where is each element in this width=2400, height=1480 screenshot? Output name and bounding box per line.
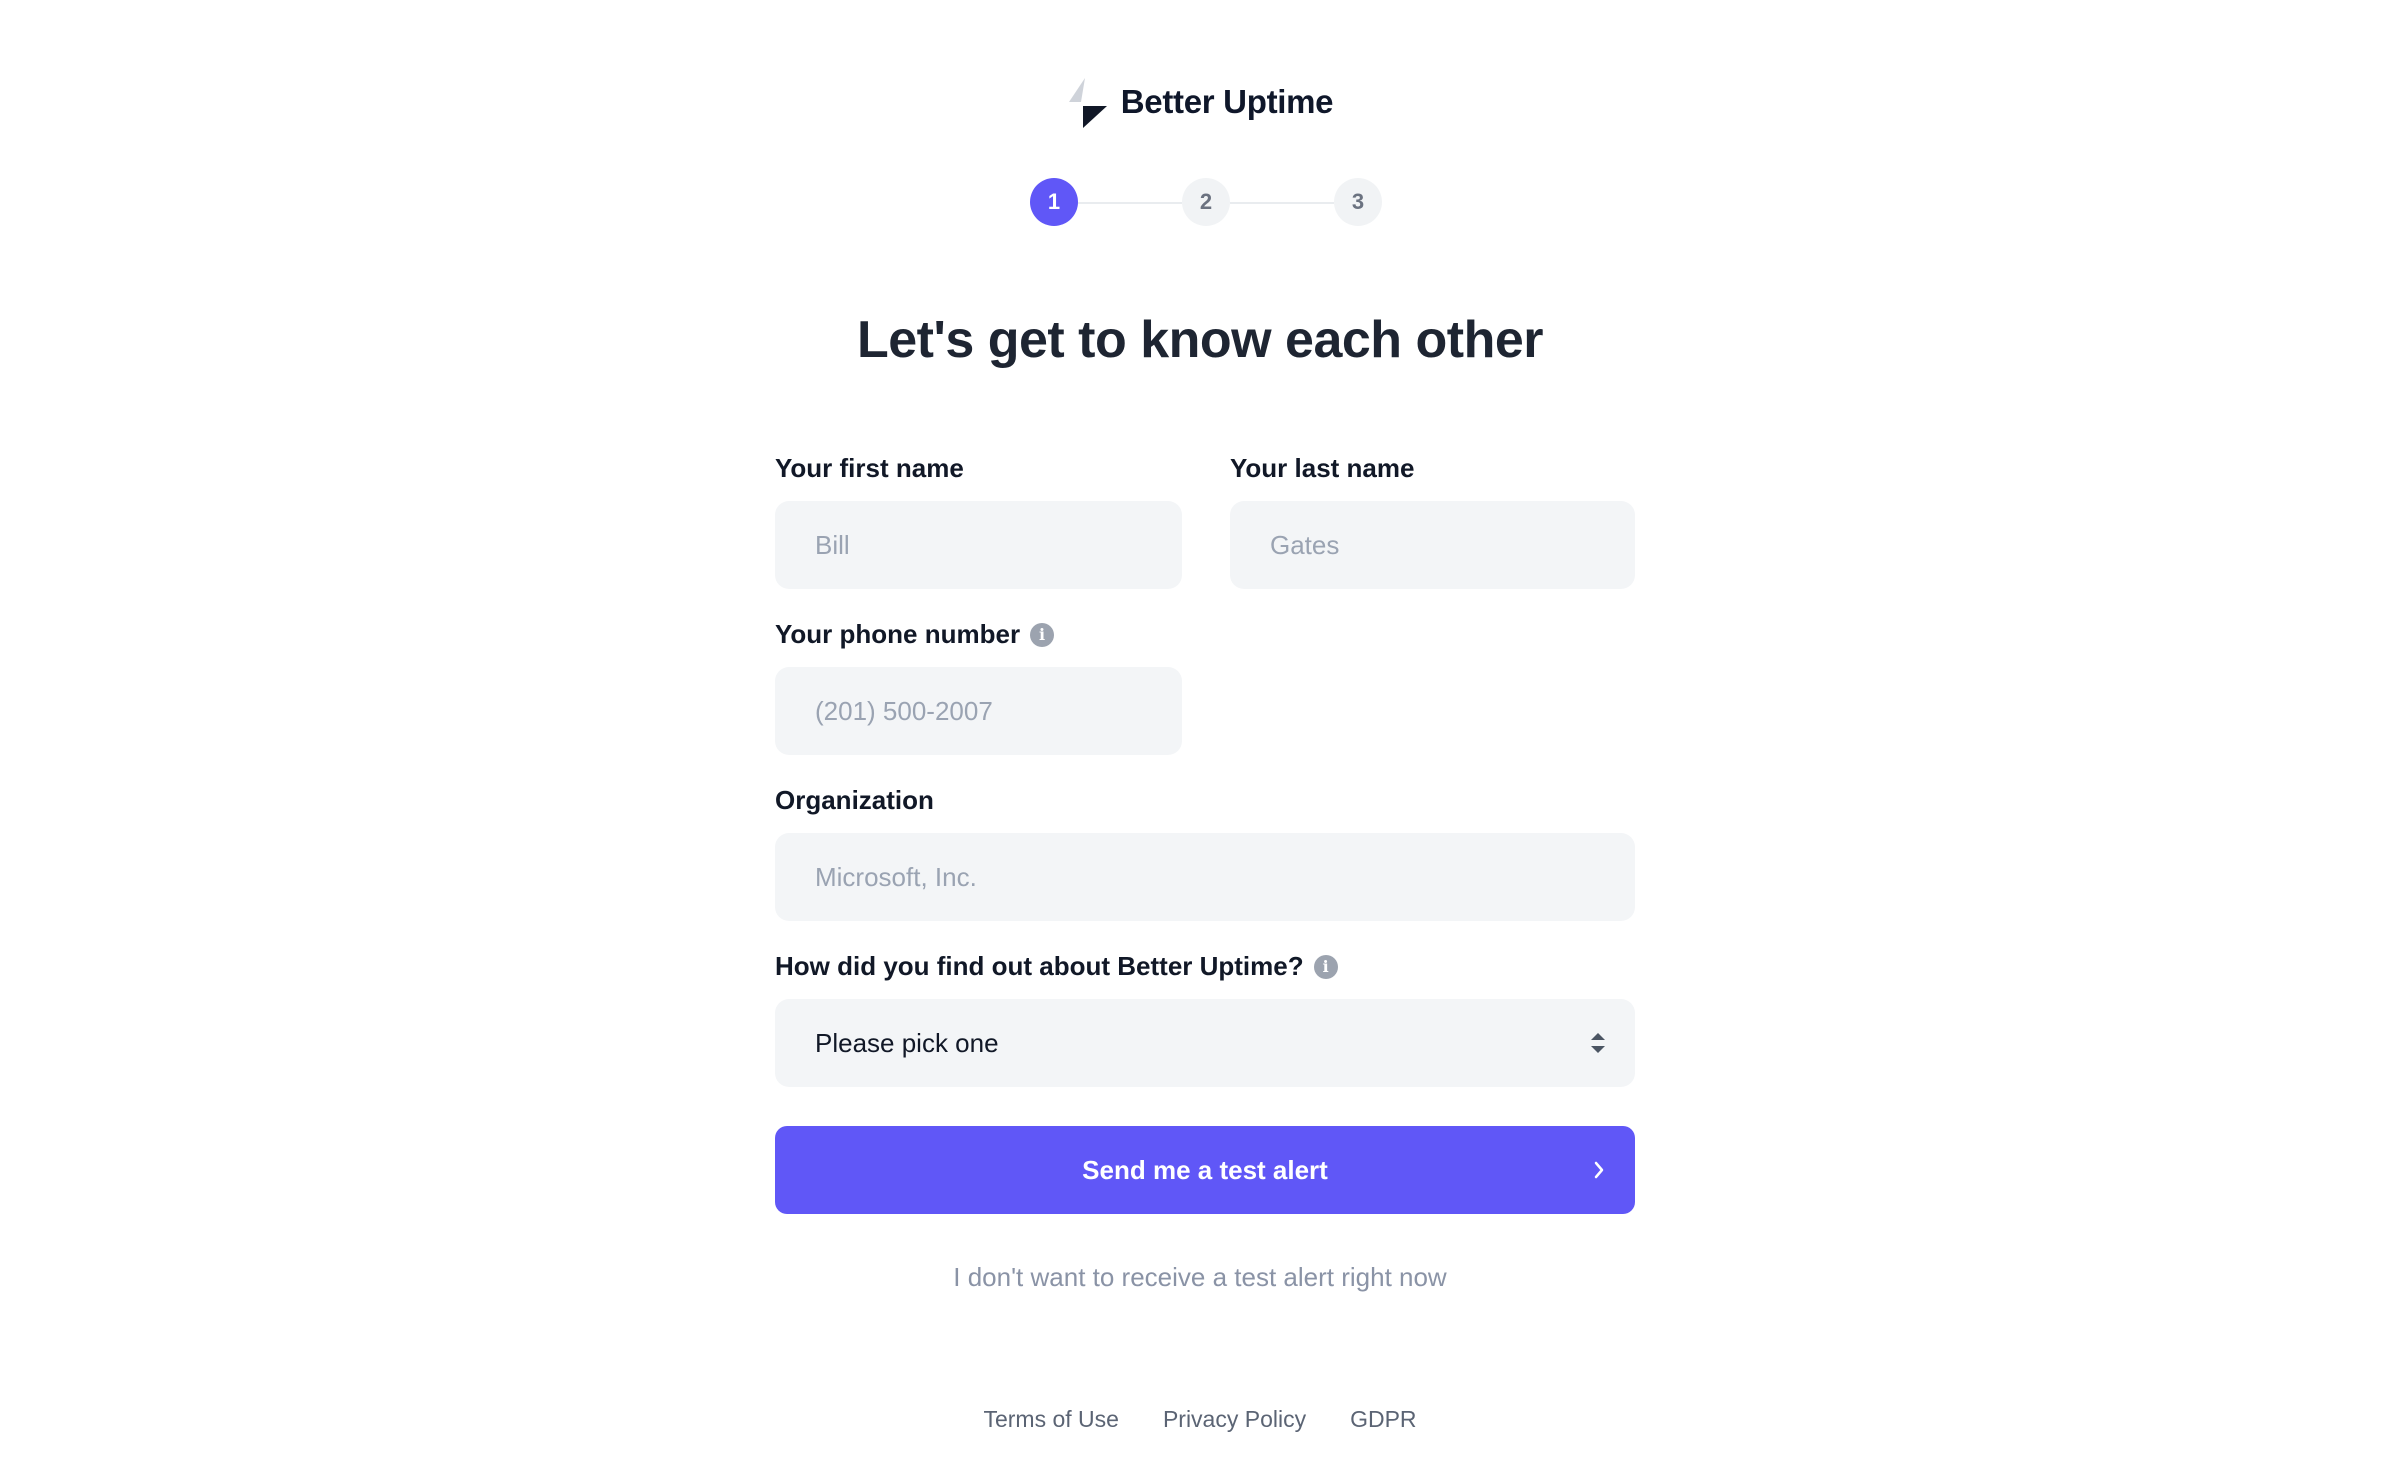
referral-select-value: Please pick one	[815, 1027, 999, 1058]
brand-name: Better Uptime	[1120, 83, 1334, 120]
phone-label: Your phone number i	[775, 619, 1055, 650]
last-name-label-text: Your last name	[1230, 453, 1415, 483]
footer-links: Terms of Use Privacy Policy GDPR	[0, 1406, 2400, 1433]
chevron-right-icon	[1594, 1161, 1604, 1179]
select-updown-icon	[1591, 1033, 1605, 1053]
step-3: 3	[1334, 178, 1382, 226]
lightning-bolt-logo-icon	[1068, 78, 1107, 128]
first-name-label-text: Your first name	[775, 453, 964, 483]
last-name-label: Your last name	[1230, 453, 1414, 484]
gdpr-link[interactable]: GDPR	[1350, 1406, 1416, 1433]
info-icon[interactable]: i	[1030, 622, 1055, 647]
referral-label: How did you find out about Better Uptime…	[775, 951, 1338, 982]
brand-logo[interactable]: Better Uptime	[0, 76, 2400, 128]
step-2: 2	[1182, 178, 1230, 226]
referral-label-text: How did you find out about Better Uptime…	[775, 951, 1304, 981]
send-test-alert-label: Send me a test alert	[1082, 1154, 1328, 1185]
send-test-alert-button[interactable]: Send me a test alert	[775, 1126, 1635, 1214]
skip-test-alert-link[interactable]: I don't want to receive a test alert rig…	[0, 1262, 2400, 1293]
organization-field[interactable]	[775, 833, 1635, 921]
phone-label-text: Your phone number	[775, 619, 1021, 649]
phone-input[interactable]	[815, 695, 1142, 727]
step-connector	[1078, 202, 1182, 204]
phone-field[interactable]	[775, 667, 1182, 755]
terms-of-use-link[interactable]: Terms of Use	[983, 1406, 1118, 1433]
step-connector	[1230, 202, 1334, 204]
step-1: 1	[1030, 178, 1078, 226]
last-name-field[interactable]	[1230, 501, 1635, 589]
progress-stepper: 1 2 3	[1030, 178, 1385, 228]
info-icon[interactable]: i	[1313, 954, 1338, 979]
privacy-policy-link[interactable]: Privacy Policy	[1163, 1406, 1306, 1433]
organization-label-text: Organization	[775, 785, 934, 815]
referral-select[interactable]: Please pick one	[775, 999, 1635, 1087]
page-title: Let's get to know each other	[856, 311, 1544, 369]
organization-label: Organization	[775, 785, 934, 816]
last-name-input[interactable]	[1270, 529, 1595, 561]
first-name-label: Your first name	[775, 453, 964, 484]
first-name-input[interactable]	[815, 529, 1142, 561]
organization-input[interactable]	[815, 861, 1595, 893]
first-name-field[interactable]	[775, 501, 1182, 589]
